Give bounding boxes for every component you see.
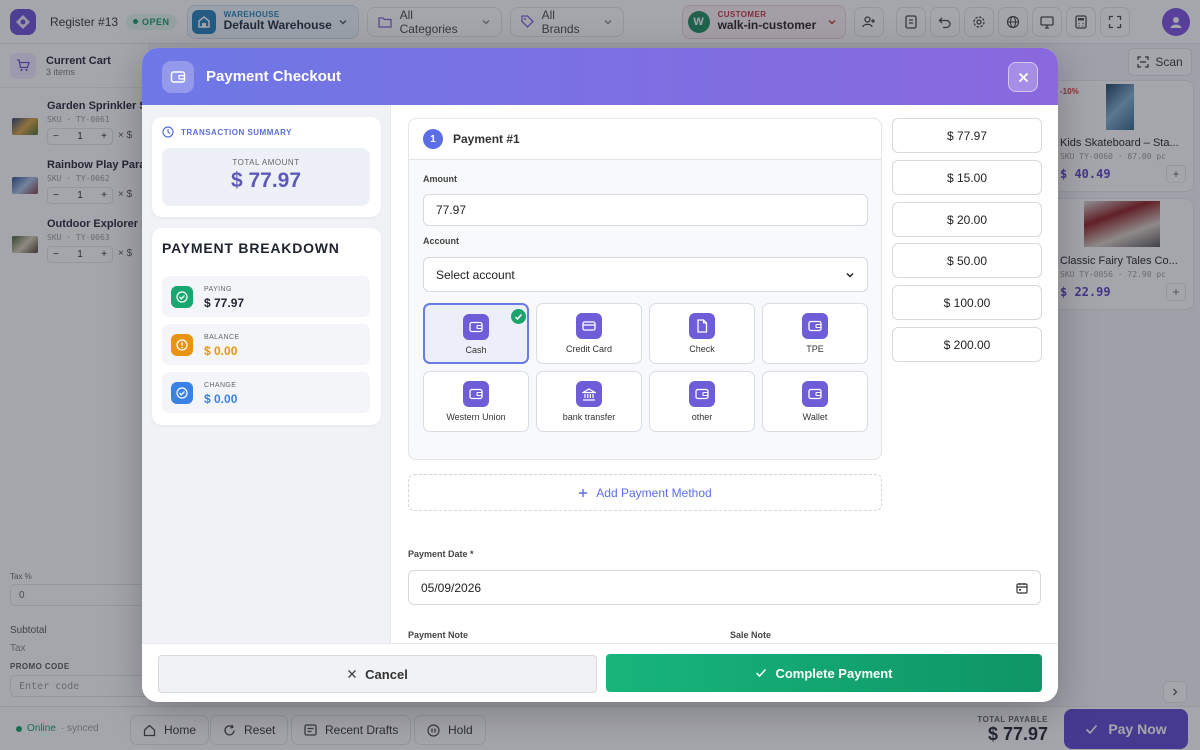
paying-row: PAYING $ 77.97 bbox=[162, 276, 370, 317]
payment-method-bank-transfer[interactable]: bank transfer bbox=[536, 371, 642, 432]
change-label: CHANGE bbox=[204, 382, 237, 389]
cancel-button[interactable]: Cancel bbox=[158, 655, 597, 693]
payment-method-cash[interactable]: Cash bbox=[423, 303, 529, 364]
payment-method-other[interactable]: other bbox=[649, 371, 755, 432]
selected-check-icon bbox=[511, 309, 526, 324]
payment-number-badge: 1 bbox=[423, 129, 443, 149]
summary-column: TRANSACTION SUMMARY TOTAL AMOUNT $ 77.97… bbox=[142, 105, 391, 643]
payment-method-label: Western Union bbox=[446, 412, 506, 422]
transaction-summary-card: TRANSACTION SUMMARY TOTAL AMOUNT $ 77.97 bbox=[152, 117, 381, 217]
payment-checkout-modal: Payment Checkout TRANSACTION SUMMARY TOT… bbox=[142, 48, 1058, 702]
paying-label: PAYING bbox=[204, 286, 232, 293]
close-icon bbox=[1018, 72, 1029, 83]
close-modal-button[interactable] bbox=[1008, 62, 1038, 92]
balance-label: BALANCE bbox=[204, 334, 240, 341]
wallet-icon bbox=[802, 381, 828, 407]
payment-method-label: TPE bbox=[806, 344, 824, 354]
quick-amount-button[interactable]: $ 20.00 bbox=[892, 202, 1042, 237]
document-icon bbox=[689, 313, 715, 339]
add-payment-method-label: Add Payment Method bbox=[596, 485, 712, 500]
payment-method-label: Wallet bbox=[802, 412, 828, 422]
payment-method-wallet[interactable]: Wallet bbox=[762, 371, 868, 432]
wallet-icon bbox=[162, 60, 194, 93]
payment-entry: 1 Payment #1 Amount 77.97 Account Select… bbox=[408, 118, 882, 460]
account-select-value: Select account bbox=[436, 267, 515, 282]
payment-method-western-union[interactable]: Western Union bbox=[423, 371, 529, 432]
payment-method-label: bank transfer bbox=[562, 412, 616, 422]
quick-amount-button[interactable]: $ 100.00 bbox=[892, 285, 1042, 320]
payment-entry-title: Payment #1 bbox=[453, 132, 520, 146]
wallet-icon bbox=[463, 381, 489, 407]
cancel-label: Cancel bbox=[365, 666, 408, 682]
total-amount-label: TOTAL AMOUNT bbox=[232, 158, 300, 167]
modal-title: Payment Checkout bbox=[206, 68, 342, 85]
payment-form-column: 1 Payment #1 Amount 77.97 Account Select… bbox=[391, 105, 893, 643]
amount-label: Amount bbox=[423, 174, 457, 184]
clock-icon bbox=[162, 126, 174, 138]
payment-date-value: 05/09/2026 bbox=[421, 580, 482, 595]
payment-entry-header: 1 Payment #1 bbox=[409, 119, 881, 160]
change-value: $ 0.00 bbox=[204, 392, 238, 406]
payment-method-label: other bbox=[691, 412, 713, 422]
amount-input[interactable]: 77.97 bbox=[423, 194, 868, 226]
complete-payment-button[interactable]: Complete Payment bbox=[606, 654, 1042, 692]
total-amount-box: TOTAL AMOUNT $ 77.97 bbox=[162, 148, 370, 206]
payment-note-label: Payment Note bbox=[408, 630, 469, 640]
sale-note-label: Sale Note bbox=[730, 630, 772, 640]
payment-method-label: Cash bbox=[465, 345, 487, 355]
payment-method-credit-card[interactable]: Credit Card bbox=[536, 303, 642, 364]
bank-icon bbox=[576, 381, 602, 407]
plus-icon bbox=[578, 488, 588, 498]
payment-method-label: Check bbox=[689, 344, 715, 354]
payment-date-label: Payment Date * bbox=[408, 549, 474, 559]
transaction-summary-title: TRANSACTION SUMMARY bbox=[181, 127, 292, 137]
account-select[interactable]: Select account bbox=[423, 257, 868, 292]
payment-method-check[interactable]: Check bbox=[649, 303, 755, 364]
credit-card-icon bbox=[576, 313, 602, 339]
chevron-down-icon bbox=[845, 270, 855, 280]
payment-date-input[interactable]: 05/09/2026 bbox=[408, 570, 1041, 605]
paying-value: $ 77.97 bbox=[204, 296, 245, 310]
total-amount-value: $ 77.97 bbox=[230, 169, 302, 192]
quick-amount-button[interactable]: $ 15.00 bbox=[892, 160, 1042, 195]
alert-icon bbox=[171, 334, 193, 356]
change-row: CHANGE $ 0.00 bbox=[162, 372, 370, 413]
wallet-icon bbox=[689, 381, 715, 407]
payment-breakdown-title: PAYMENT BREAKDOWN bbox=[162, 240, 340, 256]
quick-amount-button[interactable]: $ 200.00 bbox=[892, 327, 1042, 362]
complete-payment-label: Complete Payment bbox=[775, 665, 893, 681]
payment-breakdown-card: PAYMENT BREAKDOWN PAYING $ 77.97 BALANCE… bbox=[152, 228, 381, 425]
quick-amount-button[interactable]: $ 77.97 bbox=[892, 118, 1042, 153]
wallet-icon bbox=[463, 314, 489, 340]
check-icon bbox=[755, 668, 767, 678]
transaction-summary-header: TRANSACTION SUMMARY bbox=[162, 126, 292, 138]
check-circle-icon bbox=[171, 286, 193, 308]
balance-row: BALANCE $ 0.00 bbox=[162, 324, 370, 365]
calendar-icon bbox=[1016, 582, 1028, 594]
payment-method-tpe[interactable]: TPE bbox=[762, 303, 868, 364]
quick-amount-button[interactable]: $ 50.00 bbox=[892, 243, 1042, 278]
account-label: Account bbox=[423, 236, 459, 246]
modal-footer: Cancel Complete Payment bbox=[142, 643, 1058, 702]
add-payment-method-button[interactable]: Add Payment Method bbox=[408, 474, 882, 511]
check-circle-icon bbox=[171, 382, 193, 404]
modal-header: Payment Checkout bbox=[142, 48, 1058, 105]
close-icon bbox=[347, 669, 357, 679]
balance-value: $ 0.00 bbox=[204, 344, 238, 358]
payment-method-label: Credit Card bbox=[565, 344, 612, 354]
wallet-icon bbox=[802, 313, 828, 339]
